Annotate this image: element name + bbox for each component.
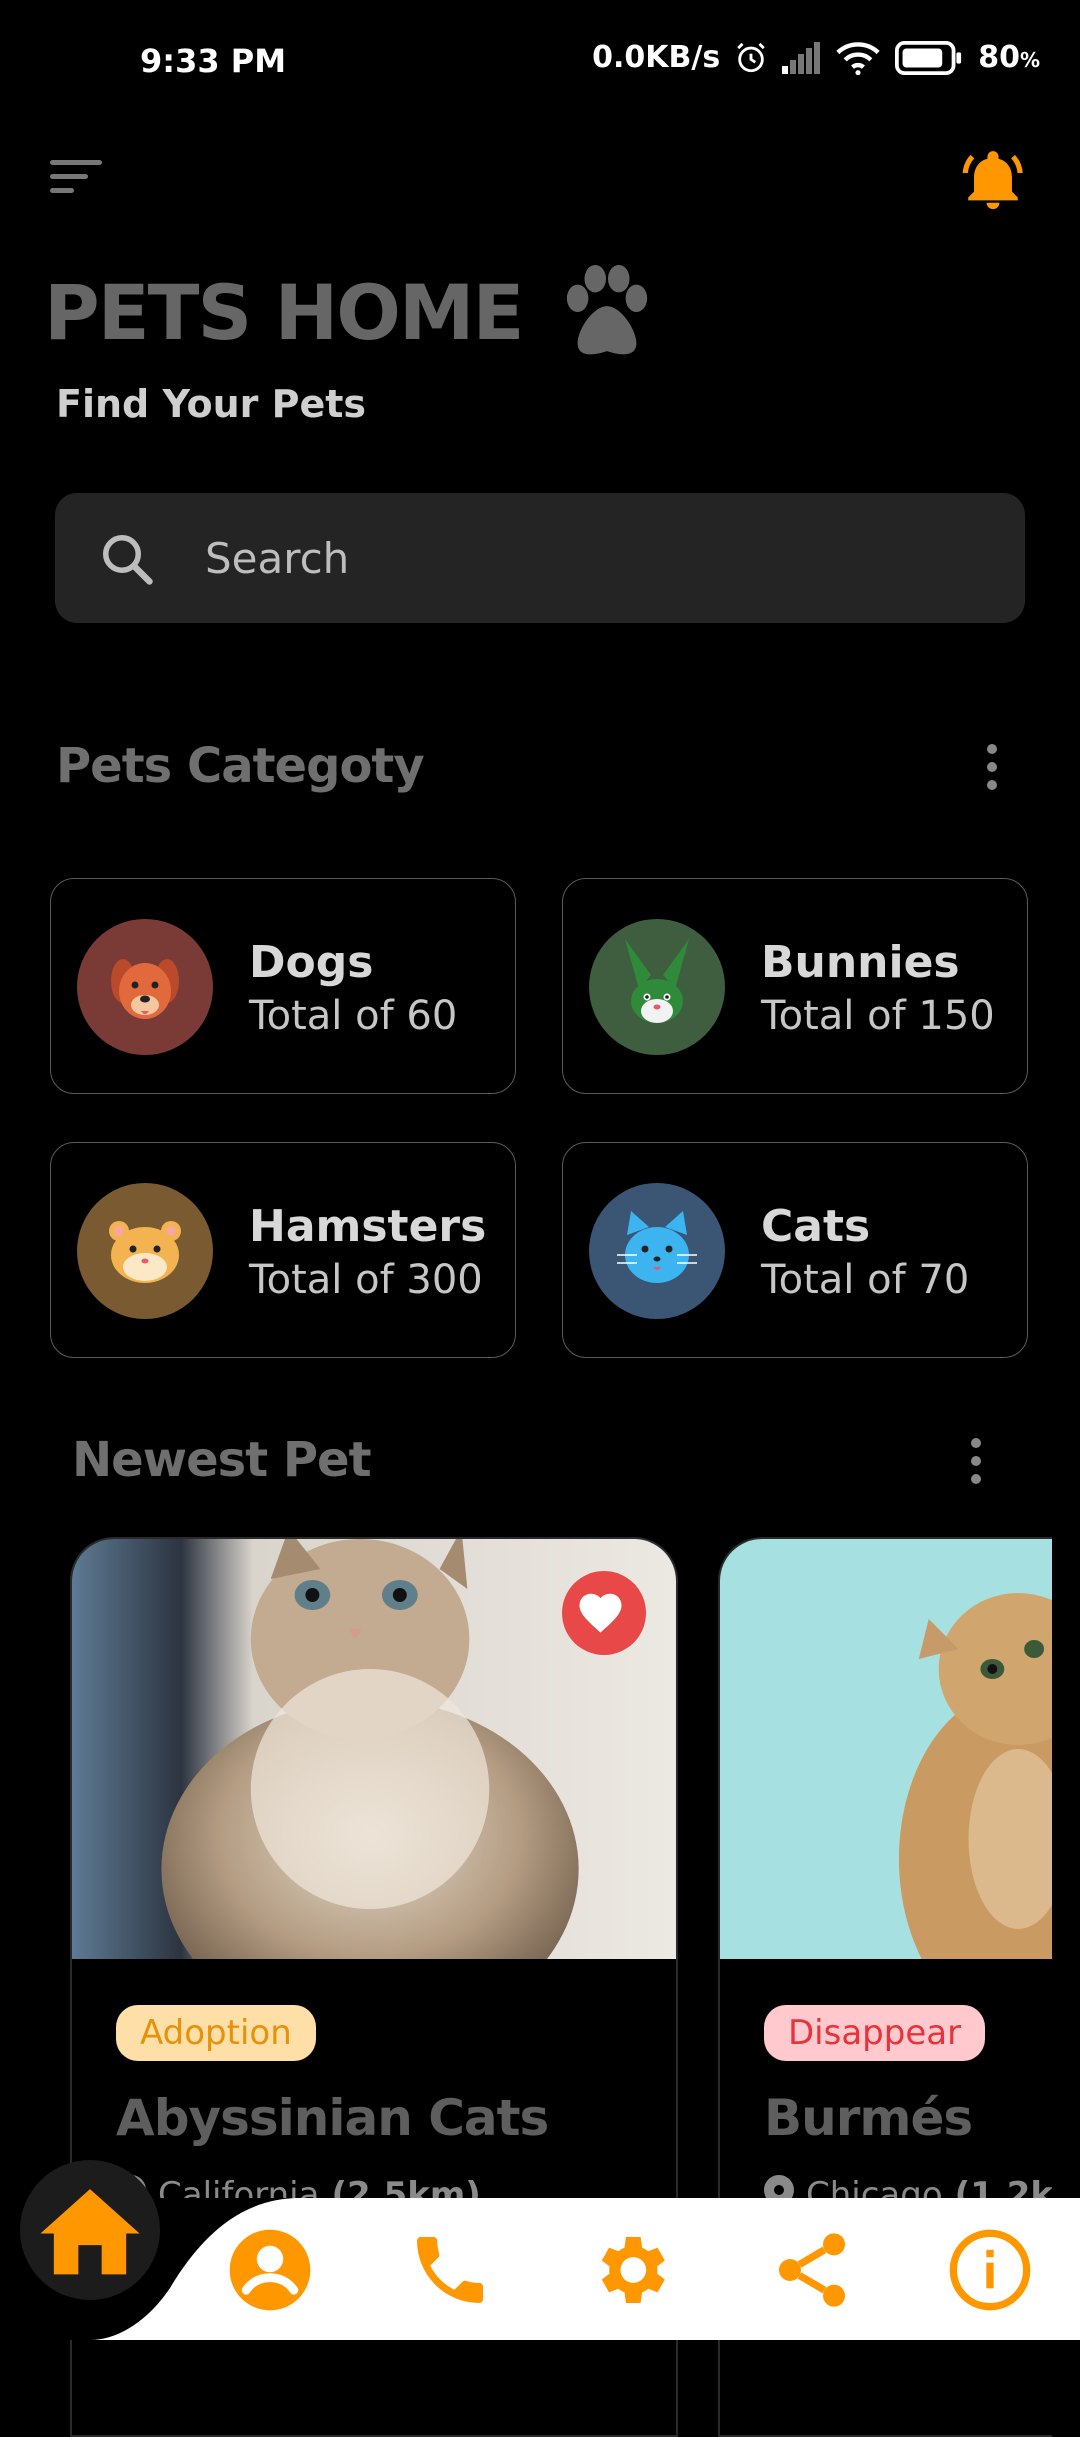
category-card-hamsters[interactable]: Hamsters Total of 300: [50, 1142, 516, 1358]
bell-ringing-icon: [962, 151, 1023, 210]
search-input[interactable]: [203, 527, 967, 589]
nav-share-button[interactable]: [768, 2226, 856, 2314]
status-time: 9:33 PM: [140, 42, 287, 80]
nav-call-button[interactable]: [406, 2226, 494, 2314]
hamster-icon: [77, 1183, 213, 1319]
more-vert-icon: [971, 1438, 981, 1484]
category-card-dogs[interactable]: Dogs Total of 60: [50, 878, 516, 1094]
categories-title: Pets Categoty: [56, 738, 425, 794]
cat-icon: [589, 1183, 725, 1319]
category-name: Dogs: [249, 937, 374, 988]
menu-button[interactable]: [48, 150, 108, 210]
phone-icon: [417, 2237, 483, 2303]
category-name: Cats: [761, 1201, 871, 1252]
nav-settings-button[interactable]: [586, 2226, 674, 2314]
pet-name: Burmés: [764, 2089, 973, 2147]
home-icon: [40, 2189, 140, 2275]
status-indicators: 0.0KB/s 80%: [592, 40, 1040, 75]
search-icon: [103, 535, 153, 585]
favorite-button[interactable]: [562, 1571, 646, 1655]
app-subtitle: Find Your Pets: [56, 382, 367, 426]
category-total: Total of 70: [761, 1257, 970, 1303]
paw-icon: [567, 265, 648, 355]
search-bar[interactable]: [55, 493, 1025, 623]
person-icon: [229, 2229, 311, 2311]
category-name: Bunnies: [761, 937, 960, 988]
status-badge: Disappear: [764, 2005, 986, 2061]
nav-profile-button[interactable]: [226, 2226, 314, 2314]
category-name: Hamsters: [249, 1201, 487, 1252]
category-total: Total of 60: [249, 993, 458, 1039]
app-title: PETS HOME: [44, 265, 656, 359]
categories-more-button[interactable]: [972, 737, 1012, 797]
heart-icon: [579, 1593, 622, 1636]
share-icon: [779, 2233, 845, 2307]
wifi-icon: [836, 41, 880, 75]
pet-photo-cat: [720, 1539, 1052, 1959]
newest-title: Newest Pet: [72, 1432, 372, 1488]
network-speed: 0.0KB/s: [592, 40, 721, 75]
battery-level: 80%: [978, 40, 1040, 75]
bottom-navigation-bar: [0, 2198, 1080, 2340]
dog-icon: [77, 919, 213, 1055]
pet-name: Abyssinian Cats: [116, 2089, 549, 2147]
newest-more-button[interactable]: [956, 1431, 996, 1491]
bunny-icon: [589, 919, 725, 1055]
nav-info-button[interactable]: [946, 2226, 1034, 2314]
category-card-cats[interactable]: Cats Total of 70: [562, 1142, 1028, 1358]
category-card-bunnies[interactable]: Bunnies Total of 150: [562, 878, 1028, 1094]
info-icon: [949, 2229, 1031, 2311]
category-total: Total of 300: [249, 1257, 483, 1303]
category-total: Total of 150: [761, 993, 995, 1039]
nav-home-button[interactable]: [20, 2160, 160, 2300]
signal-icon: [782, 41, 821, 74]
sort-menu-icon: [50, 160, 102, 193]
alarm-icon: [737, 42, 765, 72]
gear-icon: [601, 2237, 665, 2303]
status-badge: Adoption: [116, 2005, 316, 2061]
battery-icon: [895, 40, 962, 75]
notifications-button[interactable]: [958, 145, 1028, 215]
app-title-text: PETS HOME: [44, 267, 524, 357]
more-vert-icon: [987, 744, 997, 790]
